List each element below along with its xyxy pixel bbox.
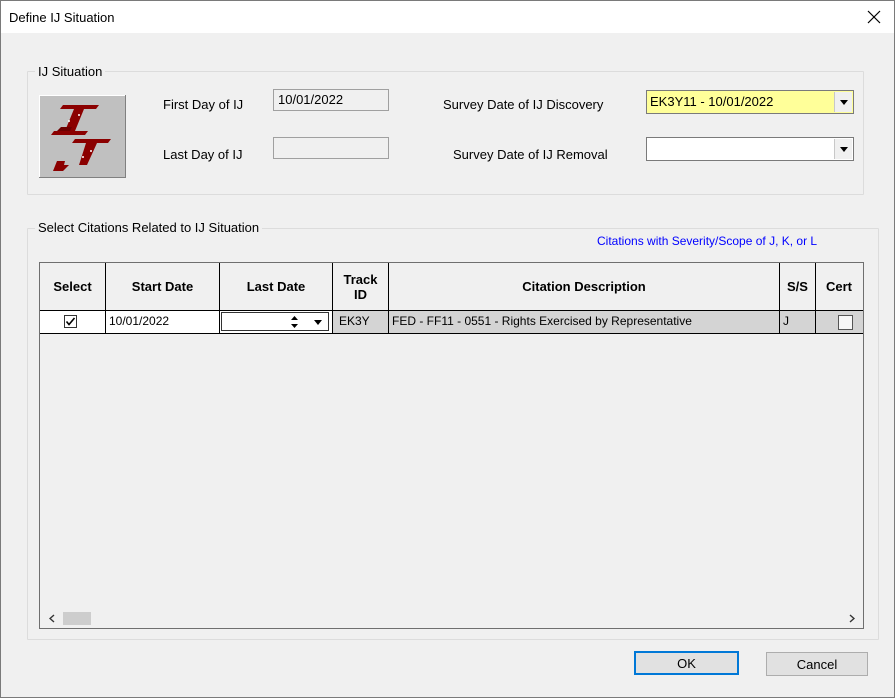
ij-logo bbox=[39, 95, 126, 178]
ok-button[interactable]: OK bbox=[634, 651, 739, 675]
table-row-cert-cell bbox=[816, 311, 863, 334]
col-header-ss[interactable]: S/S bbox=[780, 263, 816, 311]
scroll-thumb[interactable] bbox=[63, 612, 91, 625]
dropdown-arrow-icon bbox=[839, 146, 848, 152]
discovery-select[interactable]: EK3Y11 - 10/01/2022 bbox=[646, 90, 854, 114]
last-date-dropdown-button[interactable] bbox=[310, 315, 326, 329]
col-header-select[interactable]: Select bbox=[40, 263, 106, 311]
spin-up-icon bbox=[291, 316, 298, 320]
spin-up-button[interactable] bbox=[286, 314, 303, 322]
scroll-left-button[interactable] bbox=[43, 610, 60, 627]
first-day-label: First Day of IJ bbox=[163, 97, 244, 112]
table-row-start-date[interactable]: 10/01/2022 bbox=[106, 311, 220, 334]
table-row-select-cell bbox=[40, 311, 106, 334]
scroll-right-button[interactable] bbox=[843, 610, 860, 627]
row-select-checkbox[interactable] bbox=[64, 315, 77, 328]
severity-filter-link[interactable]: Citations with Severity/Scope of J, K, o… bbox=[597, 234, 817, 248]
removal-dropdown-button[interactable] bbox=[834, 139, 852, 159]
table-row-track-id: EK3Y bbox=[333, 311, 389, 334]
removal-label: Survey Date of IJ Removal bbox=[453, 147, 608, 162]
close-button[interactable] bbox=[854, 1, 894, 33]
table-row-ss: J bbox=[780, 311, 816, 334]
col-header-cert[interactable]: Cert bbox=[816, 263, 863, 311]
discovery-dropdown-button[interactable] bbox=[834, 92, 852, 112]
scroll-right-icon bbox=[849, 614, 855, 623]
ij-situation-group-label: IJ Situation bbox=[35, 64, 106, 79]
row-cert-checkbox[interactable] bbox=[838, 315, 853, 330]
window-title: Define IJ Situation bbox=[9, 10, 115, 25]
citations-group-label: Select Citations Related to IJ Situation bbox=[35, 220, 263, 235]
cancel-button[interactable]: Cancel bbox=[766, 652, 868, 676]
table-row-last-date[interactable] bbox=[220, 311, 333, 334]
last-day-field[interactable] bbox=[273, 137, 389, 159]
spin-down-button[interactable] bbox=[286, 322, 303, 330]
dialog-window: Define IJ Situation IJ Situation First D… bbox=[0, 0, 895, 698]
last-date-picker[interactable] bbox=[221, 312, 329, 331]
discovery-label: Survey Date of IJ Discovery bbox=[443, 97, 604, 112]
horizontal-scrollbar[interactable] bbox=[41, 610, 862, 627]
col-header-track-id[interactable]: Track ID bbox=[333, 263, 389, 311]
citations-grid: Select Start Date Last Date Track ID Cit… bbox=[39, 262, 864, 629]
title-bar: Define IJ Situation bbox=[1, 1, 894, 33]
discovery-value: EK3Y11 - 10/01/2022 bbox=[650, 94, 774, 109]
scroll-left-icon bbox=[48, 614, 54, 623]
close-icon bbox=[867, 10, 881, 24]
last-day-label: Last Day of IJ bbox=[163, 147, 243, 162]
col-header-last-date[interactable]: Last Date bbox=[220, 263, 333, 311]
removal-select[interactable] bbox=[646, 137, 854, 161]
dropdown-arrow-icon bbox=[314, 319, 322, 325]
col-header-start-date[interactable]: Start Date bbox=[106, 263, 220, 311]
first-day-field[interactable]: 10/01/2022 bbox=[273, 89, 389, 111]
dropdown-arrow-icon bbox=[839, 99, 848, 105]
col-header-description[interactable]: Citation Description bbox=[389, 263, 780, 311]
spin-down-icon bbox=[291, 324, 298, 328]
table-row-description: FED - FF11 - 0551 - Rights Exercised by … bbox=[389, 311, 780, 334]
